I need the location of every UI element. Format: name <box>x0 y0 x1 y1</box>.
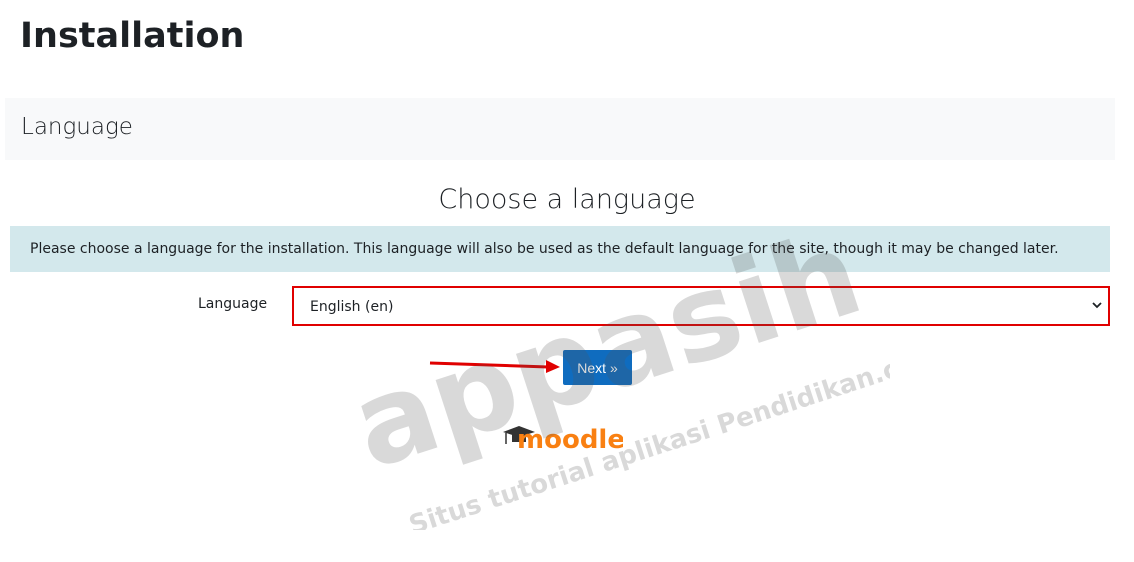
moodle-logo-text: moodle <box>517 425 623 454</box>
chevron-down-icon <box>1092 302 1102 309</box>
next-button[interactable]: Next » <box>563 350 632 385</box>
language-select[interactable]: English (en) <box>292 286 1110 326</box>
choose-language-heading: Choose a language <box>438 184 696 215</box>
language-select-value: English (en) <box>310 299 394 315</box>
moodle-logo: moodle <box>503 425 623 454</box>
page-title: Installation <box>20 16 245 56</box>
info-text: Please choose a language for the install… <box>30 241 1059 257</box>
language-label: Language <box>198 296 268 312</box>
section-header: Language <box>5 98 1115 160</box>
section-title: Language <box>21 114 133 140</box>
red-arrow-annotation <box>429 360 560 373</box>
info-alert: Please choose a language for the install… <box>10 226 1110 272</box>
